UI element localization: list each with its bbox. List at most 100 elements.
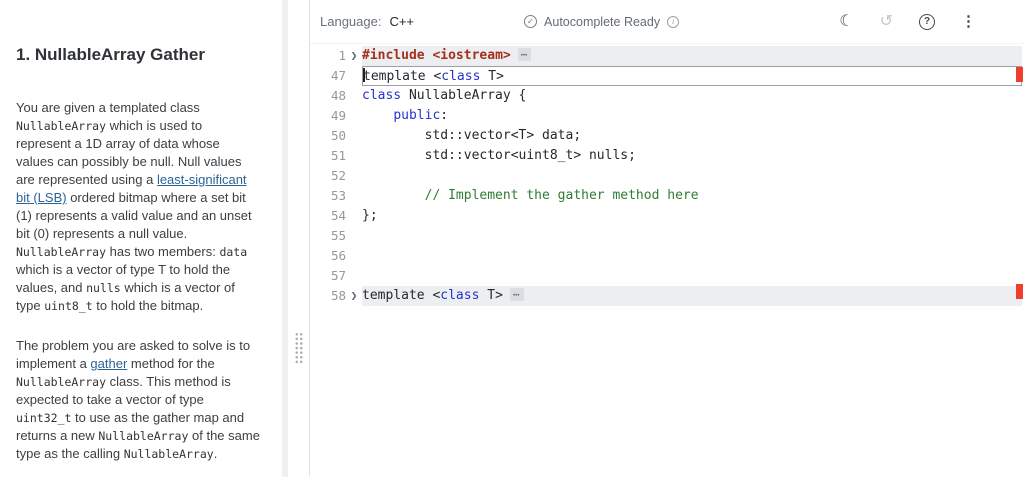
code-line-content[interactable]: template <class T> ⋯	[362, 286, 1022, 306]
fold-chevron-icon[interactable]: ❯	[346, 46, 362, 66]
autocomplete-check-icon: ✓	[524, 15, 538, 28]
code-line-content[interactable]: };	[362, 206, 1022, 226]
code-token: std::vector<T> data;	[362, 128, 582, 143]
code-line[interactable]: 57	[310, 266, 1024, 286]
code-line-content[interactable]: // Implement the gather method here	[362, 186, 1022, 206]
inline-code: data	[219, 245, 248, 259]
description-link[interactable]: gather	[90, 356, 127, 371]
error-marker[interactable]	[1016, 284, 1023, 299]
theme-toggle-icon[interactable]: ☾	[839, 13, 853, 30]
inline-code: uint8_t	[44, 299, 93, 313]
line-number: 55	[330, 228, 346, 243]
info-icon[interactable]: i	[667, 15, 680, 28]
fold-gutter	[346, 126, 362, 146]
problem-description: You are given a templated class Nullable…	[16, 99, 260, 463]
code-token: class	[441, 69, 481, 84]
code-line[interactable]: 56	[310, 246, 1024, 266]
code-line-content[interactable]	[362, 266, 1022, 286]
kebab-menu-icon[interactable]: ⋮	[961, 13, 976, 30]
fold-gutter	[346, 186, 362, 206]
problem-paragraph: The problem you are asked to solve is to…	[16, 337, 260, 463]
history-icon[interactable]: ↺	[880, 13, 893, 30]
error-marker[interactable]	[1016, 67, 1023, 82]
code-line[interactable]: 49 public:	[310, 106, 1024, 126]
code-line-content[interactable]: std::vector<T> data;	[362, 126, 1022, 146]
code-line-content[interactable]: #include <iostream> ⋯	[362, 46, 1022, 66]
code-line-content[interactable]: template <class T>	[362, 66, 1022, 86]
line-number: 50	[330, 128, 346, 143]
fold-gutter	[346, 86, 362, 106]
description-text: to hold the bitmap.	[92, 298, 204, 313]
code-line-content[interactable]	[362, 226, 1022, 246]
code-token: template <	[363, 69, 442, 84]
code-token: T>	[480, 69, 504, 84]
inline-code: NullableArray	[16, 245, 107, 259]
code-line[interactable]: 50 std::vector<T> data;	[310, 126, 1024, 146]
resizer-handle-icon	[294, 332, 303, 365]
code-line-content[interactable]	[362, 246, 1022, 266]
fold-gutter	[346, 106, 362, 126]
line-number: 58	[330, 288, 346, 303]
line-number: 52	[330, 168, 346, 183]
panel-resizer[interactable]	[288, 0, 309, 477]
problem-paragraph: You are given a templated class Nullable…	[16, 99, 260, 315]
language-label: Language:	[320, 14, 382, 29]
line-number: 54	[330, 208, 346, 223]
inline-code: uint32_t	[16, 411, 72, 425]
fold-gutter	[346, 246, 362, 266]
code-editor[interactable]: 1 ❯ #include <iostream> ⋯ 47 template <class …	[310, 44, 1024, 477]
description-text: You are given a templated class	[16, 100, 200, 115]
fold-chevron-icon[interactable]: ❯	[346, 286, 362, 306]
line-number: 48	[330, 88, 346, 103]
line-number: 56	[330, 248, 346, 263]
problem-title: 1. NullableArray Gather	[16, 45, 205, 64]
description-text: method for the	[127, 356, 215, 371]
code-line[interactable]: 48 class NullableArray {	[310, 86, 1024, 106]
code-line-content[interactable]: public:	[362, 106, 1022, 126]
problem-panel: 1. NullableArray Gather You are given a …	[0, 0, 288, 477]
fold-gutter	[346, 146, 362, 166]
code-line[interactable]: 52	[310, 166, 1024, 186]
folded-code-ellipsis[interactable]: ⋯	[509, 288, 524, 301]
inline-code: NullableArray	[16, 119, 107, 133]
code-line[interactable]: 1 ❯ #include <iostream> ⋯	[310, 46, 1024, 66]
code-token: T>	[479, 288, 503, 303]
inline-code: NullableArray	[123, 447, 214, 461]
toolbar-icon-group: ☾ ↺ ? ⋮	[839, 13, 976, 30]
line-number: 49	[330, 108, 346, 123]
code-line[interactable]: 54};	[310, 206, 1024, 226]
code-line[interactable]: 55	[310, 226, 1024, 246]
folded-code-ellipsis[interactable]: ⋯	[517, 48, 532, 61]
description-text: has two members:	[106, 244, 220, 259]
code-line[interactable]: 58 ❯ template <class T> ⋯	[310, 286, 1024, 306]
language-selector[interactable]: C++	[389, 14, 414, 29]
inline-code: NullableArray	[98, 429, 189, 443]
code-line-content[interactable]: class NullableArray {	[362, 86, 1022, 106]
inline-code: nulls	[86, 281, 121, 295]
code-line-content[interactable]: std::vector<uint8_t> nulls;	[362, 146, 1022, 166]
code-line[interactable]: 53 // Implement the gather method here	[310, 186, 1024, 206]
code-token: :	[440, 108, 449, 123]
autocomplete-status: Autocomplete Ready	[544, 14, 661, 29]
code-token: NullableArray {	[401, 88, 527, 103]
code-token: <iostream>	[432, 48, 511, 63]
fold-gutter	[346, 166, 362, 186]
code-line[interactable]: 51 std::vector<uint8_t> nulls;	[310, 146, 1024, 166]
fold-gutter	[346, 206, 362, 226]
code-token: // Implement the gather method here	[362, 188, 699, 203]
line-number: 1	[338, 48, 346, 63]
fold-gutter	[346, 266, 362, 286]
code-token: class	[440, 288, 480, 303]
code-token: std::vector<uint8_t> nulls;	[362, 148, 636, 163]
description-text: .	[213, 446, 218, 461]
line-number: 51	[330, 148, 346, 163]
code-line[interactable]: 47 template <class T>	[310, 66, 1024, 86]
code-token: template <	[362, 288, 441, 303]
code-line-content[interactable]	[362, 166, 1022, 186]
autocomplete-status-group: ✓ Autocomplete Ready i	[524, 14, 680, 29]
fold-gutter	[346, 226, 362, 246]
editor-pane: Language: C++ ✓ Autocomplete Ready i ☾ ↺…	[309, 0, 1024, 477]
help-icon[interactable]: ?	[919, 13, 935, 30]
editor-toolbar: Language: C++ ✓ Autocomplete Ready i ☾ ↺…	[310, 0, 1024, 44]
